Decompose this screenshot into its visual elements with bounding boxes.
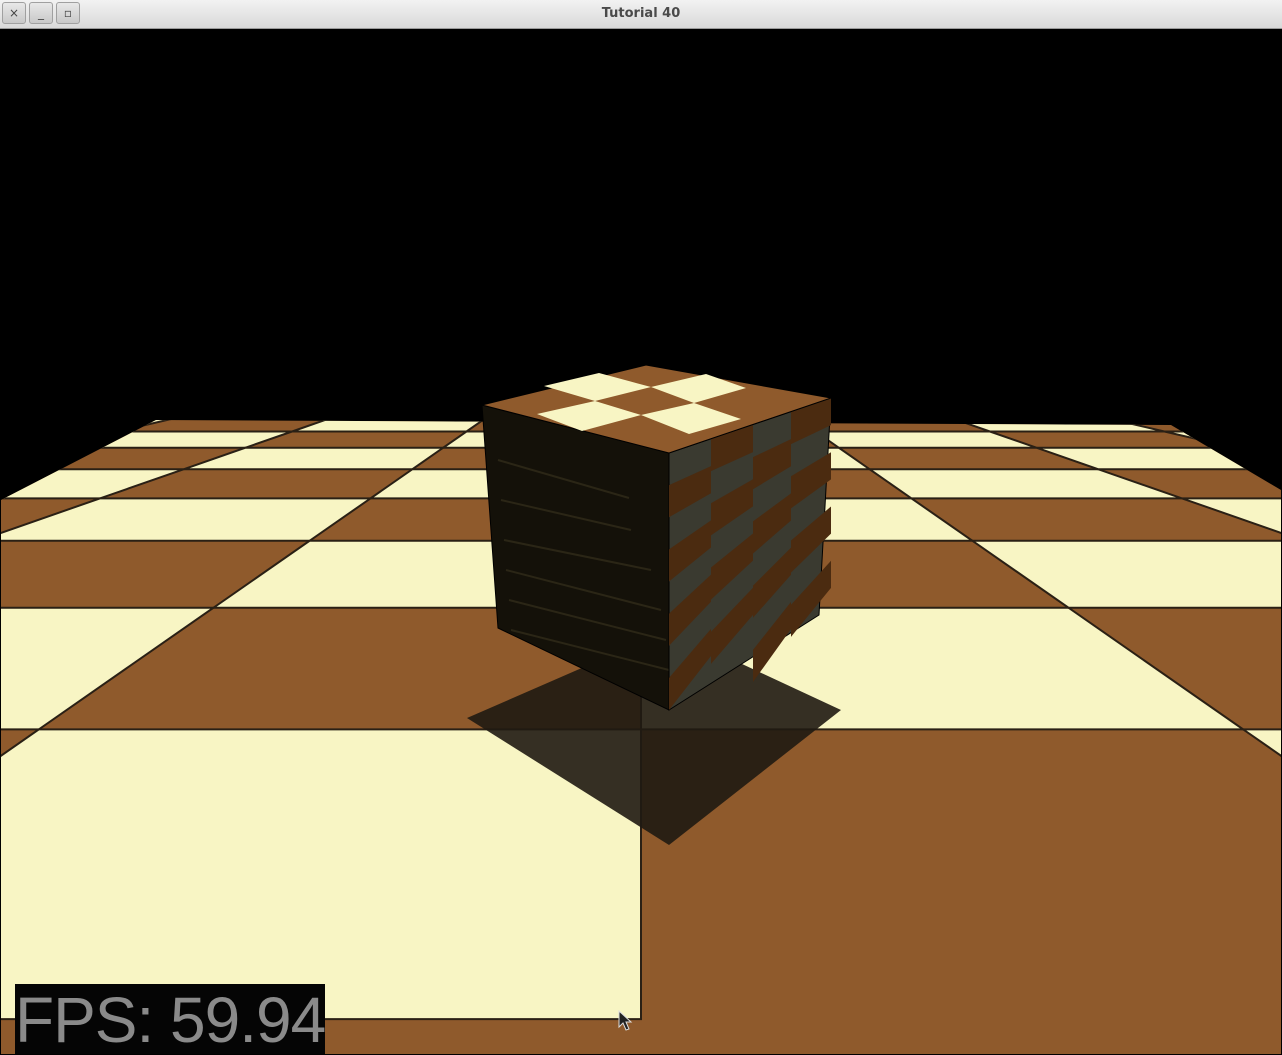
- floor-tile: [233, 376, 355, 381]
- floor-tile: [1, 408, 77, 418]
- floor-tile: [77, 400, 255, 409]
- floor-tile: [1264, 420, 1281, 433]
- floor-tile: [996, 393, 1156, 400]
- mouse-pointer-icon: [618, 1010, 633, 1031]
- floor-tile: [255, 393, 404, 400]
- floor-tile: [947, 381, 1079, 386]
- application-window: × _ ▫ Tutorial 40 FPS: 59.94: [0, 0, 1282, 1055]
- floor-tile: [1023, 376, 1151, 381]
- floor-tile: [173, 408, 359, 418]
- floor-tile: [1, 386, 93, 392]
- floor-tile: [1213, 376, 1281, 381]
- floor-tile: [1, 381, 29, 386]
- floor-tile: [291, 420, 489, 433]
- render-viewport[interactable]: FPS: 59.94: [1, 30, 1281, 1054]
- fps-counter: FPS: 59.94: [15, 984, 326, 1054]
- floor-tile: [167, 386, 312, 392]
- floor-tile: [404, 386, 531, 392]
- floor-tile: [93, 381, 233, 386]
- floor-tile: [860, 386, 996, 392]
- floor-tile: [1064, 408, 1265, 418]
- floor-tile: [312, 381, 437, 386]
- floor-tile: [899, 400, 1065, 409]
- floor-tile: [1156, 400, 1281, 409]
- floor-tile: [29, 376, 164, 381]
- 3d-scene: [1, 364, 1281, 1054]
- floor-tile: [1233, 393, 1281, 400]
- floor-tile: [1, 728, 642, 1021]
- window-title: Tutorial 40: [601, 6, 681, 21]
- title-bar[interactable]: × _ ▫ Tutorial 40: [0, 0, 1282, 29]
- floor-tile: [1, 446, 48, 471]
- floor-tile: [832, 376, 947, 381]
- floor-tile: [437, 376, 546, 381]
- floor-tile: [1151, 381, 1281, 386]
- floor-tile: [1, 393, 167, 400]
- floor-tile: [952, 420, 1165, 433]
- floor-tile: [1079, 386, 1233, 392]
